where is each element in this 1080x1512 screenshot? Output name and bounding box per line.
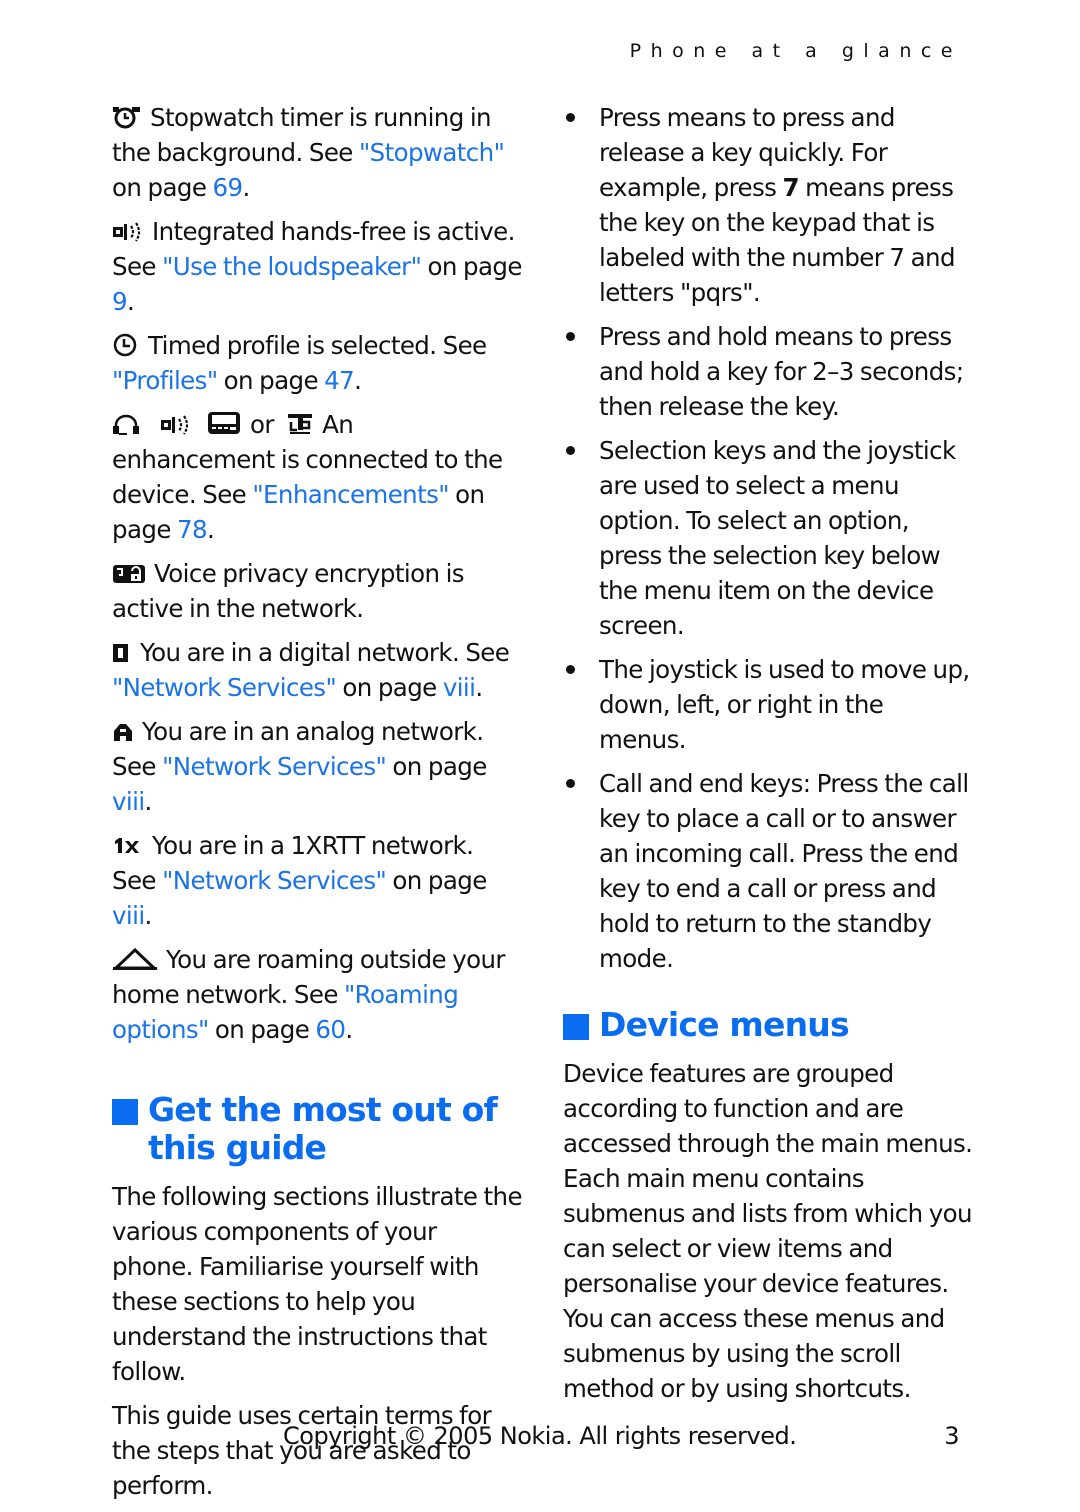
page-link[interactable]: 60 — [315, 1015, 346, 1044]
indicator-analog-network: You are in an analog network. See "Netwo… — [112, 717, 487, 816]
body-paragraph: The following sections illustrate the va… — [112, 1182, 523, 1386]
bullet-dot — [566, 665, 575, 674]
stopwatch-icon — [112, 105, 142, 129]
page-link[interactable]: 9 — [112, 287, 128, 316]
copyright-notice: Copyright © 2005 Nokia. All rights reser… — [283, 1422, 797, 1450]
indicator-digital-network: You are in a digital network. See "Netwo… — [112, 638, 510, 702]
indicator-enhancement: or An enhancement is connected to the de… — [112, 410, 503, 544]
page-number: 3 — [944, 1422, 959, 1450]
heading-bullet-square — [563, 1014, 589, 1040]
link-enhancements[interactable]: "Enhancements" — [252, 480, 449, 509]
page-link[interactable]: 78 — [177, 515, 208, 544]
list-item: Call and end keys: Press the call key to… — [563, 766, 973, 976]
headset-icon — [112, 414, 140, 436]
link-stopwatch[interactable]: "Stopwatch" — [359, 138, 505, 167]
link-loudspeaker[interactable]: "Use the loudspeaker" — [162, 252, 422, 281]
link-network-services[interactable]: "Network Services" — [162, 752, 387, 781]
terms-list: Press means to press and release a key q… — [563, 100, 973, 976]
link-network-services[interactable]: "Network Services" — [162, 866, 387, 895]
link-profiles[interactable]: "Profiles" — [112, 366, 218, 395]
page-link[interactable]: viii — [112, 787, 145, 816]
page-link[interactable]: 47 — [324, 366, 355, 395]
indicator-timed-profile: Timed profile is selected. See "Profiles… — [112, 331, 487, 395]
page-link[interactable]: viii — [112, 901, 145, 930]
list-item: Selection keys and the joystick are used… — [563, 433, 973, 643]
or-label: or — [250, 410, 274, 439]
body-paragraph: This guide uses certain terms for the st… — [112, 1401, 492, 1500]
page-link[interactable]: viii — [443, 673, 476, 702]
left-column: Stopwatch timer is running in the backgr… — [112, 100, 523, 1512]
link-network-services[interactable]: "Network Services" — [112, 673, 337, 702]
bullet-dot — [566, 779, 575, 788]
car-kit-icon — [206, 410, 242, 436]
tty-icon — [286, 412, 314, 436]
bullet-dot — [566, 332, 575, 341]
body-paragraph: Device features are grouped according to… — [563, 1059, 973, 1403]
key-label: 7 — [782, 173, 800, 202]
1x-network-icon — [112, 835, 142, 857]
loudspeaker-icon — [112, 221, 144, 243]
bullet-dot — [566, 113, 575, 122]
list-item: The joystick is used to move up, down, l… — [563, 652, 973, 757]
indicator-roaming: You are roaming outside your home networ… — [112, 945, 506, 1044]
indicator-1x-network: You are in a 1XRTT network. See "Network… — [112, 831, 487, 930]
page-link[interactable]: 69 — [212, 173, 243, 202]
indicator-stopwatch: Stopwatch timer is running in the backgr… — [112, 103, 505, 202]
digital-network-icon — [112, 642, 130, 664]
loudspeaker-icon — [160, 414, 192, 436]
voice-privacy-icon — [112, 563, 146, 585]
right-column: Press means to press and release a key q… — [563, 100, 973, 1415]
running-head: Phone at a glance — [629, 40, 962, 62]
page-footer: Copyright © 2005 Nokia. All rights reser… — [283, 1422, 959, 1450]
list-item: Press and hold means to press and hold a… — [563, 319, 973, 424]
section-heading-device-menus: Device menus — [563, 1006, 973, 1044]
bullet-dot — [566, 446, 575, 455]
indicator-voice-privacy: Voice privacy encryption is active in th… — [112, 559, 465, 623]
heading-bullet-square — [112, 1099, 138, 1125]
section-heading-get-the-most: Get the most out of this guide — [112, 1091, 522, 1167]
list-item: Press means to press and release a key q… — [563, 100, 973, 310]
roaming-icon — [112, 947, 158, 971]
indicator-handsfree: Integrated hands-free is active. See "Us… — [112, 217, 522, 316]
timed-profile-icon — [112, 333, 140, 357]
analog-network-icon — [112, 721, 134, 743]
